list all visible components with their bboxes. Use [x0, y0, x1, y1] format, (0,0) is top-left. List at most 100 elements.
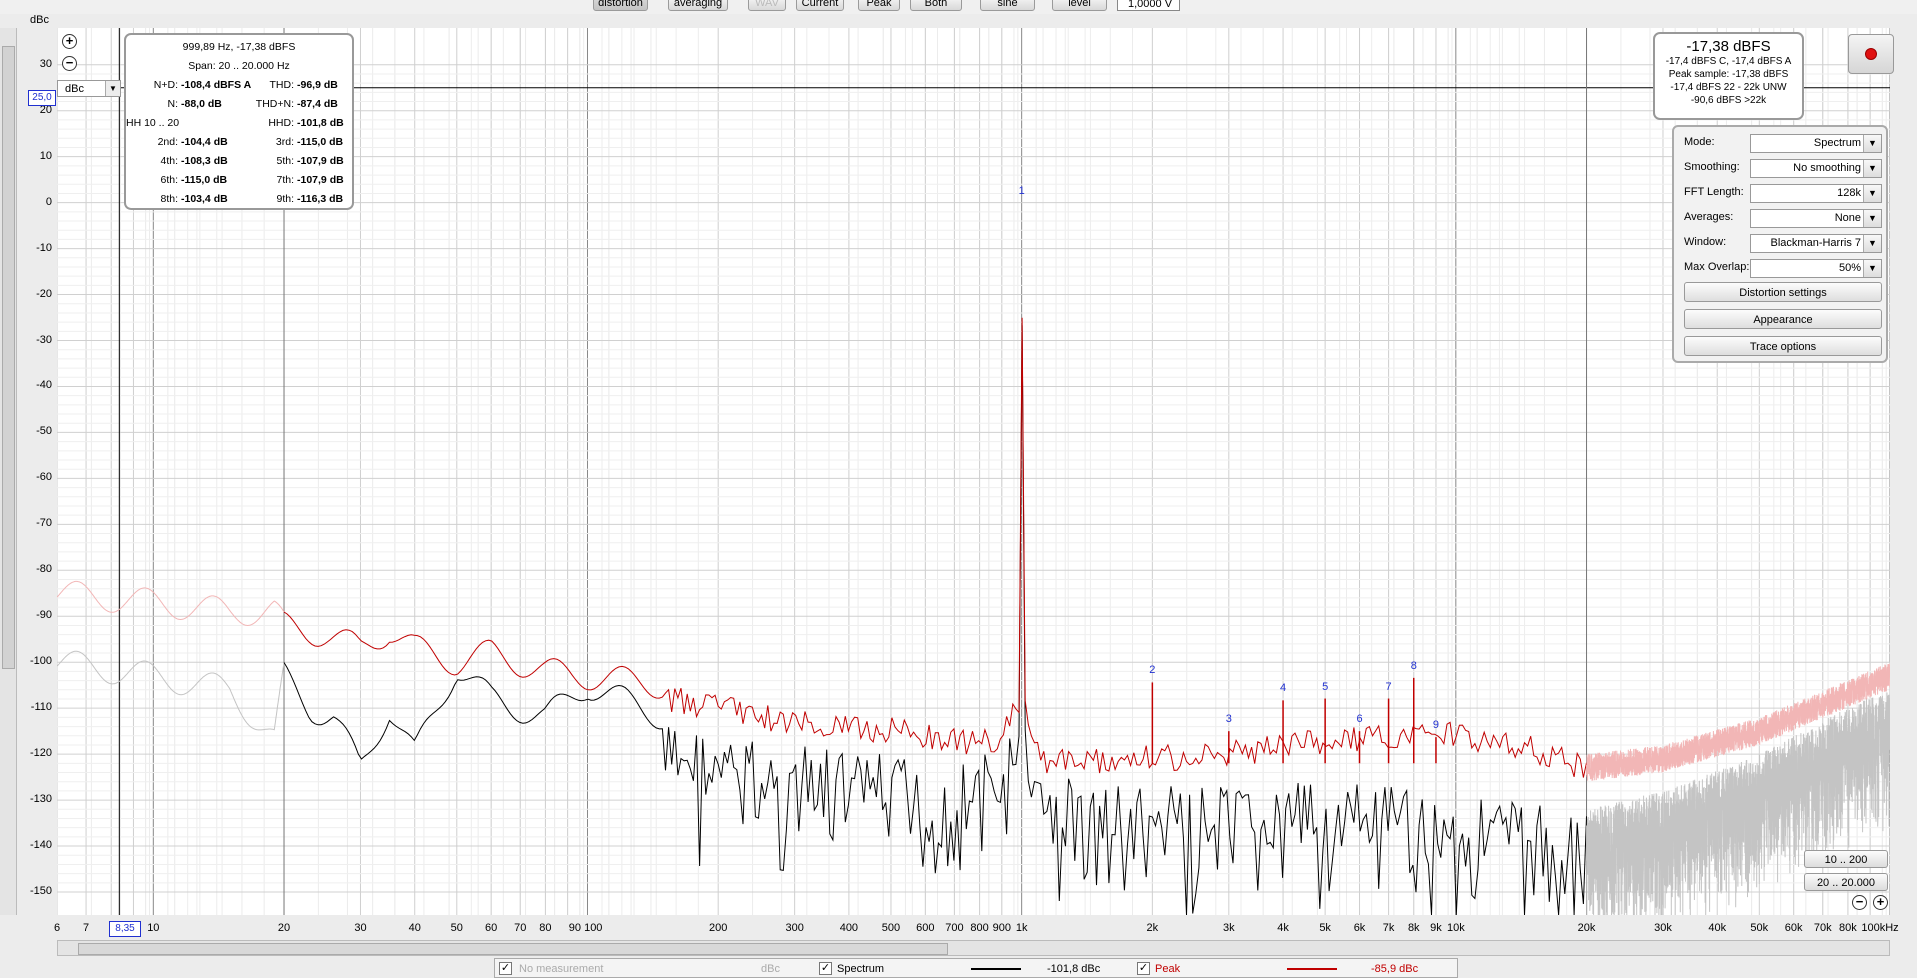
info-label-right: 9th:	[276, 193, 294, 205]
x-tick-label: 20	[277, 922, 291, 934]
info-value-right: -116,3 dB	[297, 193, 344, 205]
x-tick-label: 60	[485, 922, 498, 934]
info-label-left: N+D:	[153, 79, 178, 91]
x-tick-label: 3k	[1222, 922, 1235, 934]
span-20-20000-button[interactable]: 20 .. 20.000	[1804, 873, 1888, 891]
no-measurement-checkbox[interactable]: ✓	[499, 962, 512, 975]
x-tick-label: 9k	[1430, 922, 1442, 934]
x-tick-label: 1k	[1015, 922, 1028, 934]
harmonic-marker-5: 5	[1322, 680, 1329, 693]
settings-panel: Mode: Spectrum ▼ Smoothing: No smoothing ▼…	[1672, 125, 1888, 363]
smoothing-label: Smoothing:	[1684, 161, 1740, 173]
x-tick-label: 40	[408, 922, 421, 934]
y-tick-label: -10	[36, 241, 52, 254]
fft-length-value: 128k	[1837, 187, 1861, 199]
level-line-3: -17,4 dBFS 22 - 22k UNW	[1670, 82, 1787, 93]
mode-value: Spectrum	[1813, 137, 1861, 149]
spectrum-checkbox[interactable]: ✓	[819, 962, 832, 975]
info-value-left: -108,3 dB	[181, 155, 228, 167]
x-tick-label: 6	[53, 922, 61, 934]
span-10-200-button[interactable]: 10 .. 200	[1804, 850, 1888, 868]
zoom-out-icon[interactable]: −	[1852, 895, 1867, 910]
fft-length-label: FFT Length:	[1684, 186, 1744, 198]
y-tick-label: -100	[29, 655, 52, 668]
record-button[interactable]	[1848, 34, 1894, 74]
y-tick-label: -70	[36, 517, 52, 530]
y-cursor-readout: 25,0	[28, 90, 56, 106]
x-cursor-readout: 8,35	[109, 921, 141, 937]
x-tick-label: 50k	[1750, 922, 1769, 934]
peak-button[interactable]: Peak	[858, 0, 900, 11]
y-tick-label: -80	[36, 563, 52, 576]
distortion-button[interactable]: distortion	[593, 0, 648, 11]
averages-value: None	[1834, 212, 1861, 224]
trace-options-button[interactable]: Trace options	[1684, 336, 1882, 356]
both-button[interactable]: Both	[910, 0, 962, 11]
x-tick-label: 4k	[1277, 922, 1289, 934]
voltage-field[interactable]: 1,0000 V	[1117, 0, 1180, 11]
harmonic-marker-7: 7	[1385, 680, 1392, 693]
appearance-button[interactable]: Appearance	[1684, 309, 1882, 329]
info-label-right: THD+N:	[255, 98, 294, 110]
info-label-left: 2nd:	[157, 136, 178, 148]
averaging-button[interactable]: averaging	[668, 0, 728, 11]
distortion-settings-button[interactable]: Distortion settings	[1684, 282, 1882, 302]
mode-select[interactable]: Spectrum ▼	[1750, 134, 1882, 153]
x-tick-label: 10k	[1446, 922, 1465, 934]
x-tick-label: 20k	[1577, 922, 1596, 934]
info-value-right: -87,4 dB	[297, 98, 338, 110]
sine-button[interactable]: sine	[980, 0, 1035, 11]
info-value-right: -107,9 dB	[297, 174, 344, 186]
vertical-scrollbar-thumb[interactable]	[2, 46, 15, 669]
info-label-right: 3rd:	[275, 136, 294, 148]
chevron-down-icon[interactable]: ▼	[105, 81, 120, 96]
unit-select[interactable]: dBc ▼	[57, 80, 121, 97]
averages-select[interactable]: None ▼	[1750, 209, 1882, 228]
window-select[interactable]: Blackman-Harris 7 ▼	[1750, 234, 1882, 253]
peak-label: Peak	[1155, 963, 1181, 975]
fft-length-select[interactable]: 128k ▼	[1750, 184, 1882, 203]
y-tick-label: -120	[29, 747, 52, 760]
x-tick-label: 300	[785, 922, 804, 934]
zoom-in-icon[interactable]: +	[1873, 895, 1888, 910]
x-tick-label: 90 100	[568, 922, 603, 934]
x-tick-label: 80k	[1839, 922, 1857, 934]
harmonic-marker-6: 6	[1356, 713, 1363, 726]
harmonic-marker-9: 9	[1432, 719, 1440, 732]
x-tick-label: 50	[450, 922, 463, 934]
max-overlap-label: Max Overlap:	[1684, 261, 1750, 273]
harmonic-marker-3: 3	[1225, 713, 1232, 726]
y-tick-label: -110	[30, 701, 52, 714]
level-button[interactable]: level	[1052, 0, 1107, 11]
record-icon	[1865, 48, 1877, 60]
chevron-down-icon[interactable]: ▼	[1863, 260, 1881, 277]
x-tick-label: 30	[354, 922, 367, 934]
info-label-left: 6th:	[160, 174, 178, 186]
chevron-down-icon[interactable]: ▼	[1863, 210, 1881, 227]
smoothing-select[interactable]: No smoothing ▼	[1750, 159, 1882, 178]
harmonic-marker-8: 8	[1410, 659, 1417, 672]
current-button[interactable]: Current	[796, 0, 844, 11]
horizontal-scrollbar-thumb[interactable]	[78, 943, 948, 955]
x-tick-label: 100kHz	[1861, 922, 1899, 934]
chevron-down-icon[interactable]: ▼	[1863, 185, 1881, 202]
horizontal-scrollbar[interactable]	[57, 940, 1890, 956]
peak-swatch	[1287, 968, 1337, 970]
info-value-left: -88,0 dB	[181, 98, 222, 110]
window-value: Blackman-Harris 7	[1770, 237, 1861, 249]
info-value-left: -108,4 dBFS A	[181, 79, 252, 91]
y-tick-label: -90	[36, 609, 52, 622]
wav-button: WAV	[748, 0, 786, 11]
chevron-down-icon[interactable]: ▼	[1863, 235, 1881, 252]
y-tick-label: 30	[39, 57, 52, 70]
zoom-out-icon[interactable]: −	[62, 56, 77, 71]
max-overlap-value: 50%	[1838, 262, 1861, 274]
zoom-in-icon[interactable]: +	[62, 34, 77, 49]
x-tick-label: 7	[83, 922, 90, 934]
peak-checkbox[interactable]: ✓	[1137, 962, 1150, 975]
distortion-info-box: 999,89 Hz, -17,38 dBFS Span: 20 .. 20.00…	[124, 33, 354, 210]
chevron-down-icon[interactable]: ▼	[1863, 135, 1881, 152]
chevron-down-icon[interactable]: ▼	[1863, 160, 1881, 177]
max-overlap-select[interactable]: 50% ▼	[1750, 259, 1882, 278]
x-tick-label: 10	[147, 922, 160, 934]
